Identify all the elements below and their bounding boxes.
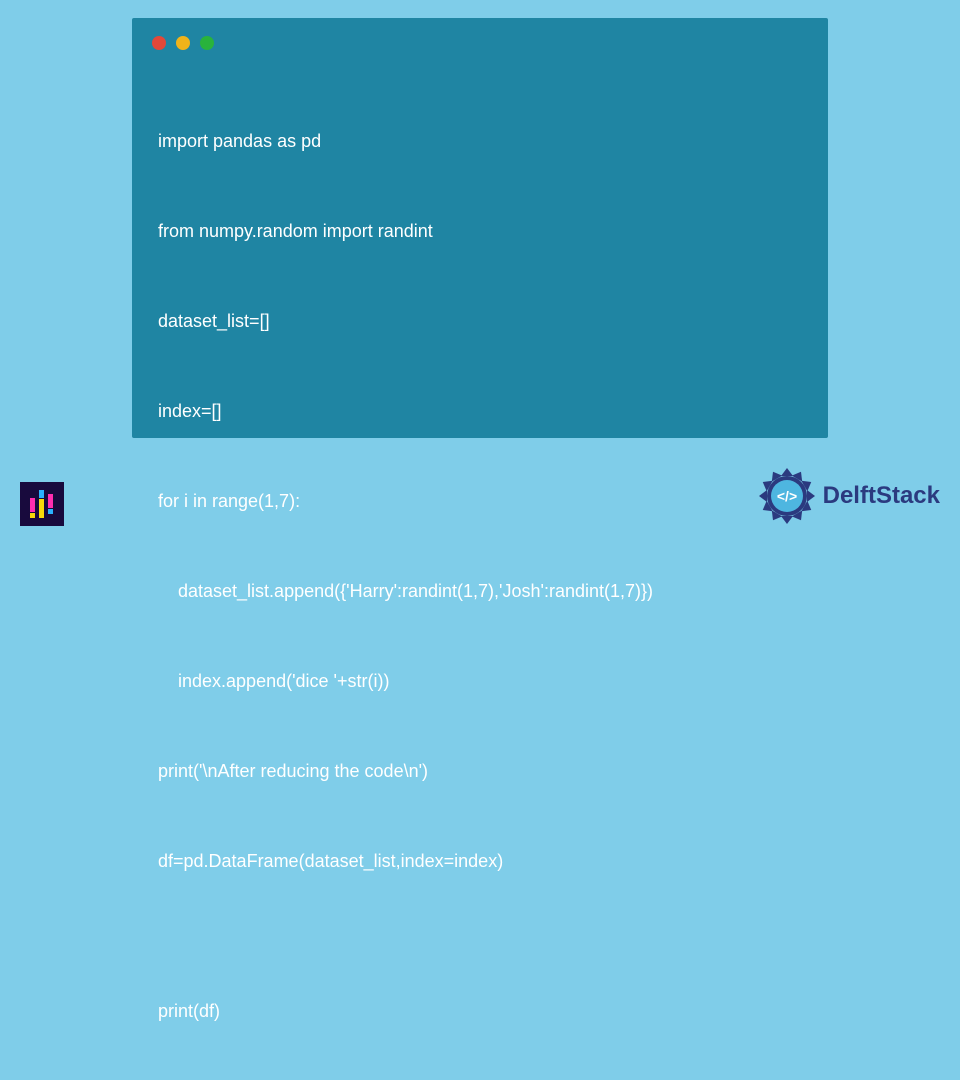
brand-badge: </> DelftStack	[757, 466, 940, 526]
site-logo-left	[20, 482, 64, 526]
window-traffic-lights	[152, 36, 214, 50]
minimize-icon	[176, 36, 190, 50]
code-window: import pandas as pd from numpy.random im…	[132, 18, 828, 438]
code-line: index.append('dice '+str(i))	[158, 666, 808, 696]
maximize-icon	[200, 36, 214, 50]
bars-icon	[28, 488, 56, 520]
code-line: import pandas as pd	[158, 126, 808, 156]
code-line: dataset_list=[]	[158, 306, 808, 336]
code-line: for i in range(1,7):	[158, 486, 808, 516]
code-line: print('\nAfter reducing the code\n')	[158, 756, 808, 786]
gear-icon: </>	[757, 466, 817, 526]
code-line: index=[]	[158, 396, 808, 426]
code-line: from numpy.random import randint	[158, 216, 808, 246]
code-line: print(df)	[158, 996, 808, 1026]
code-line: df=pd.DataFrame(dataset_list,index=index…	[158, 846, 808, 876]
code-block: import pandas as pd from numpy.random im…	[158, 66, 808, 1080]
svg-text:</>: </>	[777, 488, 797, 504]
brand-name: DelftStack	[823, 482, 940, 510]
code-line: dataset_list.append({'Harry':randint(1,7…	[158, 576, 808, 606]
close-icon	[152, 36, 166, 50]
